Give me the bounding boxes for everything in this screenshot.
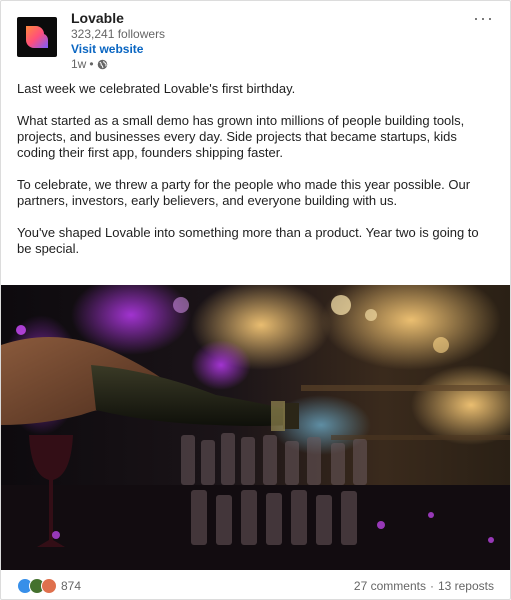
- love-icon: [41, 578, 57, 594]
- reaction-icons: [17, 578, 57, 594]
- company-name[interactable]: Lovable: [71, 9, 165, 27]
- globe-icon: [97, 59, 107, 70]
- social-counts: 874 27 comments · 13 reposts: [17, 577, 494, 595]
- party-photo: [1, 285, 510, 570]
- post-paragraph: What started as a small demo has grown i…: [17, 113, 465, 160]
- post-paragraph: Last week we celebrated Lovable's first …: [17, 81, 296, 96]
- company-logo[interactable]: [17, 17, 57, 57]
- post-image[interactable]: [1, 285, 510, 570]
- reposts-count-link[interactable]: 13 reposts: [438, 579, 494, 593]
- more-options-button[interactable]: ···: [473, 9, 494, 27]
- post-paragraph: To celebrate, we threw a party for the p…: [17, 177, 471, 208]
- reaction-count: 874: [61, 579, 82, 593]
- comments-count-link[interactable]: 27 comments: [354, 579, 426, 593]
- post-header: Lovable 323,241 followers Visit website …: [17, 9, 498, 71]
- reactions-summary[interactable]: 874: [17, 578, 81, 594]
- engagement-stats: 27 comments · 13 reposts: [354, 579, 494, 593]
- dot-separator: •: [89, 57, 94, 71]
- time-ago: 1w: [71, 57, 87, 71]
- post-paragraph: You've shaped Lovable into something mor…: [17, 225, 479, 256]
- post-meta: Lovable 323,241 followers Visit website …: [71, 9, 165, 72]
- follower-count: 323,241 followers: [71, 27, 166, 41]
- visit-website-link[interactable]: Visit website: [71, 42, 165, 57]
- post-body: Last week we celebrated Lovable's first …: [17, 81, 495, 273]
- post-timestamp: 1w •: [71, 57, 165, 72]
- stats-separator: ·: [429, 579, 434, 593]
- post-card: Lovable 323,241 followers Visit website …: [0, 0, 511, 600]
- lovable-heart-icon: [26, 26, 49, 48]
